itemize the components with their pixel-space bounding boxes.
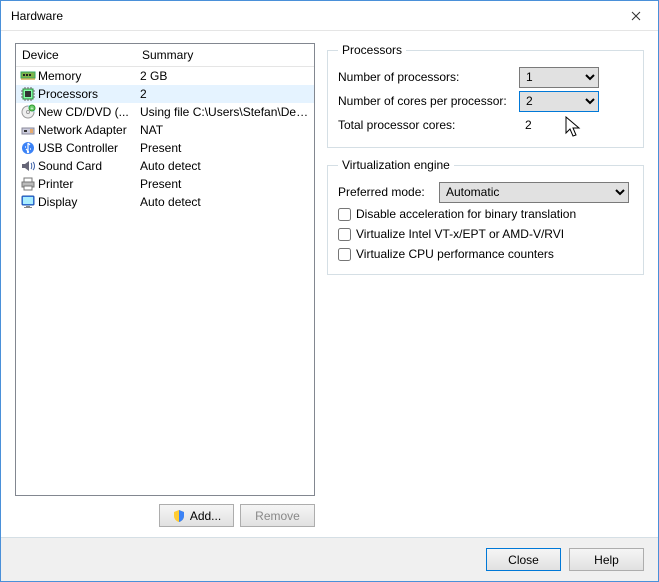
device-summary: 2: [136, 87, 310, 101]
help-button[interactable]: Help: [569, 548, 644, 571]
close-icon: [631, 11, 641, 21]
svg-text:+: +: [31, 106, 34, 112]
num-processors-select[interactable]: 1: [519, 67, 599, 88]
remove-button[interactable]: Remove: [240, 504, 315, 527]
device-list[interactable]: Device Summary Memory2 GBProcessors2+New…: [15, 43, 315, 496]
preferred-mode-select[interactable]: Automatic: [439, 182, 629, 203]
titlebar: Hardware: [1, 1, 658, 31]
network-icon: [20, 122, 36, 138]
device-name: Sound Card: [38, 159, 136, 173]
left-pane: Device Summary Memory2 GBProcessors2+New…: [15, 43, 315, 527]
cores-per-processor-select[interactable]: 2: [519, 91, 599, 112]
hardware-dialog: Hardware Device Summary Memory2 GBProces…: [0, 0, 659, 582]
processors-legend: Processors: [338, 43, 406, 57]
cpu-icon: [20, 86, 36, 102]
device-row[interactable]: PrinterPresent: [16, 175, 314, 193]
virtualization-group: Virtualization engine Preferred mode: Au…: [327, 158, 644, 275]
usb-icon: [20, 140, 36, 156]
device-row[interactable]: + New CD/DVD (...Using file C:\Users\Stef…: [16, 103, 314, 121]
device-summary: Auto detect: [136, 195, 310, 209]
total-cores-value: 2: [519, 118, 579, 132]
num-processors-label: Number of processors:: [338, 70, 513, 84]
device-list-header[interactable]: Device Summary: [16, 44, 314, 67]
window-close-button[interactable]: [613, 1, 658, 31]
dialog-footer: Close Help: [1, 537, 658, 581]
dialog-body: Device Summary Memory2 GBProcessors2+New…: [1, 31, 658, 537]
device-row[interactable]: Sound CardAuto detect: [16, 157, 314, 175]
virtualization-legend: Virtualization engine: [338, 158, 454, 172]
device-name: USB Controller: [38, 141, 136, 155]
right-pane: Processors Number of processors: 1 Numbe…: [327, 43, 644, 527]
device-name: Display: [38, 195, 136, 209]
virtualize-vtx-label: Virtualize Intel VT-x/EPT or AMD-V/RVI: [356, 227, 564, 241]
window-title: Hardware: [11, 9, 613, 23]
device-name: New CD/DVD (...: [38, 105, 136, 119]
device-name: Network Adapter: [38, 123, 136, 137]
printer-icon: [20, 176, 36, 192]
column-header-device[interactable]: Device: [16, 44, 136, 66]
total-cores-label: Total processor cores:: [338, 118, 513, 132]
device-summary: 2 GB: [136, 69, 310, 83]
add-button[interactable]: Add...: [159, 504, 234, 527]
device-row[interactable]: Network AdapterNAT: [16, 121, 314, 139]
display-icon: [20, 194, 36, 210]
cores-per-processor-label: Number of cores per processor:: [338, 94, 513, 108]
cd-icon: +: [20, 104, 36, 120]
preferred-mode-label: Preferred mode:: [338, 185, 433, 199]
device-summary: NAT: [136, 123, 310, 137]
device-summary: Present: [136, 177, 310, 191]
device-name: Memory: [38, 69, 136, 83]
device-name: Printer: [38, 177, 136, 191]
close-button[interactable]: Close: [486, 548, 561, 571]
disable-accel-checkbox[interactable]: [338, 208, 351, 221]
processors-group: Processors Number of processors: 1 Numbe…: [327, 43, 644, 148]
device-summary: Auto detect: [136, 159, 310, 173]
device-summary: Present: [136, 141, 310, 155]
device-row[interactable]: USB ControllerPresent: [16, 139, 314, 157]
shield-icon: [172, 509, 186, 523]
device-row[interactable]: Processors2: [16, 85, 314, 103]
device-name: Processors: [38, 87, 136, 101]
device-summary: Using file C:\Users\Stefan\Deskto...: [136, 105, 310, 119]
memory-icon: [20, 68, 36, 84]
disable-accel-label: Disable acceleration for binary translat…: [356, 207, 576, 221]
sound-icon: [20, 158, 36, 174]
device-row[interactable]: DisplayAuto detect: [16, 193, 314, 211]
virtualize-perf-counters-checkbox[interactable]: [338, 248, 351, 261]
device-row[interactable]: Memory2 GB: [16, 67, 314, 85]
column-header-summary[interactable]: Summary: [136, 44, 314, 66]
virtualize-perf-counters-label: Virtualize CPU performance counters: [356, 247, 554, 261]
virtualize-vtx-checkbox[interactable]: [338, 228, 351, 241]
